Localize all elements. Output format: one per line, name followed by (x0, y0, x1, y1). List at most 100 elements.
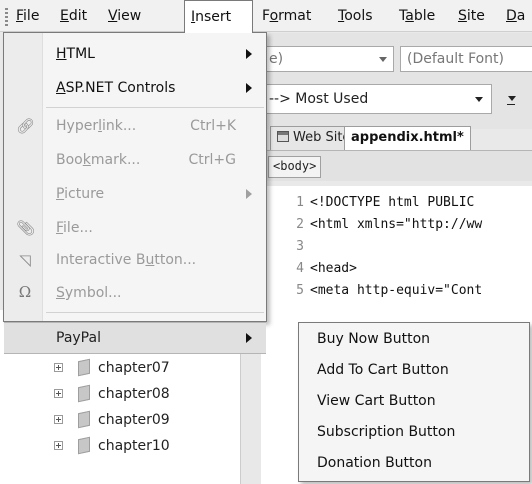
mnemonic: A (56, 80, 66, 96)
menu-format-mnemonic: o (269, 8, 279, 24)
menu-bar: File Edit View Insert Format Tools Table… (0, 0, 532, 33)
menu-file-mnemonic: F (16, 8, 24, 24)
menu-tools[interactable]: Tools (338, 0, 373, 32)
menu-view[interactable]: View (108, 0, 141, 32)
code-text: <html xmlns="http://ww (310, 217, 483, 232)
menu-table[interactable]: Table (399, 0, 435, 32)
tab-file-label: appendix.html* (351, 130, 464, 145)
folder-icon (78, 436, 90, 455)
list-item[interactable]: chapter10 (0, 433, 240, 459)
menu-table-rest: ble (413, 8, 436, 24)
link-icon: 🔗︎ (16, 117, 36, 135)
submenu-item-buy-now-button[interactable]: Buy Now Button (299, 323, 532, 355)
submenu-item-add-to-cart-button[interactable]: Add To Cart Button (299, 354, 532, 386)
menu-item-html[interactable]: HTML (4, 39, 266, 69)
menu-view-rest: iew (117, 8, 142, 24)
insert-menu: HTML ASP.NET Controls 🔗︎ Hyperlink... Ct… (3, 32, 267, 322)
toolbar-options-button[interactable] (500, 90, 522, 110)
list-item[interactable]: chapter09 (0, 407, 240, 433)
chevron-down-icon (508, 96, 516, 101)
menu-edit[interactable]: Edit (60, 0, 87, 32)
most-used-value: --> Most Used (269, 91, 369, 107)
menu-item-bookmark-label: Bookmark... (56, 145, 140, 175)
folder-label: chapter07 (98, 360, 170, 376)
expand-icon[interactable] (54, 363, 63, 372)
folder-icon (78, 358, 90, 377)
menu-format-rest: rmat (278, 8, 312, 24)
menu-item-html-label: HTML (56, 39, 95, 69)
button-icon: ◹ (19, 251, 31, 269)
menu-site-mnemonic: S (458, 8, 467, 24)
submenu-item-view-cart-button[interactable]: View Cart Button (299, 385, 532, 417)
menu-edit-mnemonic: E (60, 8, 69, 24)
mnemonic: u (145, 252, 155, 268)
submenu-item-subscription-button[interactable]: Subscription Button (299, 416, 532, 448)
menu-item-paypal[interactable]: PayPal (4, 322, 266, 354)
shortcut-label: Ctrl+K (190, 118, 236, 134)
website-icon (277, 131, 289, 142)
code-line[interactable]: 1 <!DOCTYPE html PUBLIC (262, 192, 474, 214)
list-item[interactable]: chapter07 (0, 355, 240, 381)
code-line[interactable]: 3 (262, 236, 310, 258)
expand-icon[interactable] (54, 441, 63, 450)
expand-icon[interactable] (54, 415, 63, 424)
menu-item-picture-label: Picture (56, 179, 104, 209)
line-number: 1 (296, 195, 304, 210)
menu-format[interactable]: Format (262, 0, 311, 32)
menu-site[interactable]: Site (458, 0, 485, 32)
code-text: <head> (310, 261, 357, 276)
menubar-grip[interactable] (5, 8, 8, 26)
folder-label: chapter08 (98, 386, 170, 402)
label-rest: TML (66, 46, 95, 62)
chevron-down-icon[interactable] (379, 57, 387, 62)
style-combo-value: e) (269, 51, 284, 67)
font-combo[interactable]: (Default Font) (400, 46, 532, 72)
menu-item-aspnet-label: ASP.NET Controls (56, 73, 175, 103)
menu-data-mnemonic: D (506, 8, 517, 24)
label-rest: tton... (154, 252, 197, 268)
quick-tag-body[interactable]: <body> (268, 156, 322, 178)
tab-web-site-label: Web Site (293, 130, 351, 145)
chevron-right-icon (246, 83, 252, 93)
menu-data[interactable]: Da (506, 0, 525, 32)
menu-item-picture[interactable]: Picture (4, 179, 266, 209)
most-used-combo[interactable]: --> Most Used (262, 84, 492, 114)
menu-table-mnemonic: a (405, 8, 414, 24)
menu-file-rest: ile (23, 8, 40, 24)
menu-item-symbol-label: Symbol... (56, 278, 122, 308)
label-pre: Hyper (56, 118, 99, 134)
menu-item-hyperlink[interactable]: 🔗︎ Hyperlink... Ctrl+K (4, 111, 266, 141)
mnemonic: P (56, 186, 65, 202)
chevron-down-icon[interactable] (475, 97, 483, 102)
expand-icon[interactable] (54, 389, 63, 398)
code-line[interactable]: 5 <meta http-equiv="Cont (262, 280, 482, 302)
code-line[interactable]: 2 <html xmlns="http://ww (262, 214, 482, 236)
menu-separator (46, 107, 264, 108)
code-line[interactable]: 4 <head> (262, 258, 357, 280)
submenu-item-donation-button[interactable]: Donation Button (299, 447, 532, 479)
label-rest: ink... (101, 118, 137, 134)
list-item[interactable]: chapter08 (0, 381, 240, 407)
menu-file[interactable]: File (16, 0, 39, 32)
omega-icon: Ω (18, 283, 32, 301)
menu-edit-rest: dit (68, 8, 88, 24)
menu-item-hyperlink-label: Hyperlink... (56, 111, 136, 141)
menu-insert[interactable]: Insert (184, 0, 253, 33)
tab-appendix-html[interactable]: appendix.html* (344, 126, 471, 150)
menu-item-symbol[interactable]: Ω Symbol... (4, 278, 266, 308)
folder-icon (78, 384, 90, 403)
menu-item-interactive-button[interactable]: ◹ Interactive Button... (4, 245, 266, 275)
label-rest: ile... (63, 220, 93, 236)
line-number: 5 (296, 283, 304, 298)
style-combo[interactable]: e) (262, 46, 394, 72)
font-combo-value: (Default Font) (407, 51, 505, 67)
menu-format-pre: F (262, 8, 270, 24)
mnemonic: k (82, 152, 91, 168)
menu-item-file[interactable]: 📎︎ File... (4, 213, 266, 243)
menu-item-bookmark[interactable]: Bookmark... Ctrl+G (4, 145, 266, 175)
paypal-submenu: Buy Now Button Add To Cart Button View C… (298, 322, 530, 482)
menu-item-paypal-label: PayPal (56, 330, 101, 346)
menu-item-aspnet-controls[interactable]: ASP.NET Controls (4, 73, 266, 103)
folder-label: chapter10 (98, 438, 170, 454)
toolbar-options-bar (507, 104, 515, 105)
